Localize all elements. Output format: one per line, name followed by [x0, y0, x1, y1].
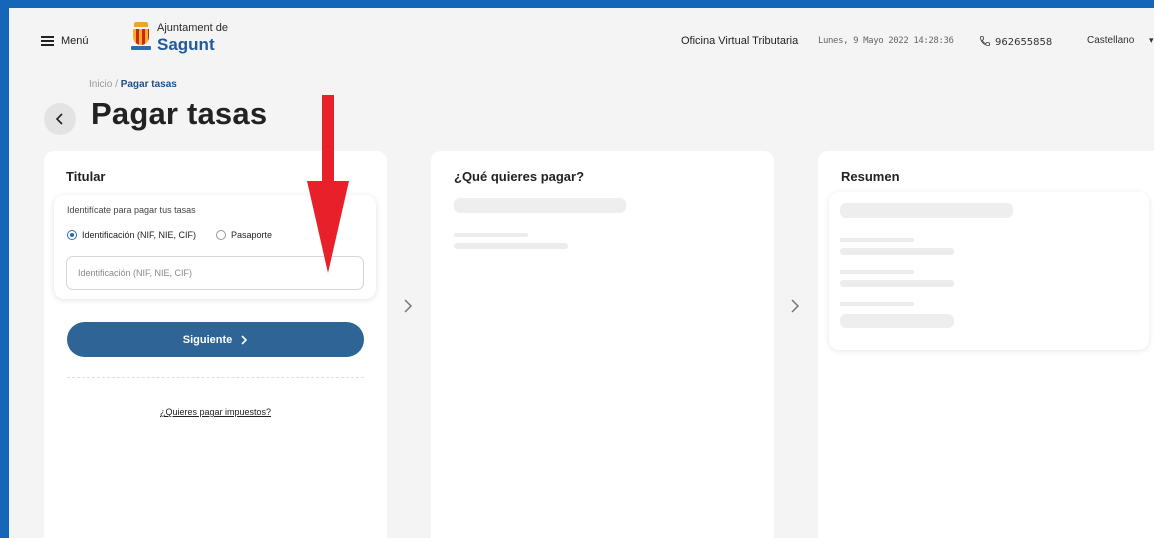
skeleton-line — [840, 270, 914, 274]
skeleton-block — [840, 314, 954, 328]
skeleton-line — [454, 243, 568, 249]
document-type-radio-group: Identificación (NIF, NIE, CIF) Pasaporte — [67, 230, 292, 240]
radio-pasaporte[interactable] — [216, 230, 227, 240]
datetime: Lunes, 9 Mayo 2022 14:28:36 — [818, 36, 954, 46]
skeleton-line — [840, 248, 954, 255]
phone-link[interactable]: 962655858 — [979, 35, 1052, 50]
summary-card — [829, 192, 1149, 350]
radio-identificacion-label[interactable]: Identificación (NIF, NIE, CIF) — [82, 230, 196, 240]
back-button[interactable] — [44, 103, 76, 135]
siguiente-button[interactable]: Siguiente — [67, 322, 364, 357]
skeleton-line — [840, 238, 914, 242]
menu-label: Menú — [61, 35, 89, 47]
what-to-pay-panel: ¿Qué quieres pagar? — [431, 151, 774, 538]
radio-identificacion[interactable] — [67, 230, 77, 240]
chevron-left-icon — [55, 113, 63, 125]
breadcrumb-home[interactable]: Inicio — [89, 79, 112, 90]
pay-taxes-link[interactable]: ¿Quieres pagar impuestos? — [44, 407, 387, 417]
siguiente-label: Siguiente — [182, 333, 233, 346]
what-to-pay-title: ¿Qué quieres pagar? — [454, 169, 585, 184]
radio-pasaporte-label[interactable]: Pasaporte — [231, 230, 272, 240]
chevron-right-icon — [788, 296, 802, 316]
annotation-arrow — [307, 95, 349, 273]
summary-title: Resumen — [841, 169, 900, 184]
identify-label: Identifícate para pagar tus tasas — [67, 205, 196, 215]
skeleton-block — [840, 203, 1013, 218]
language-select[interactable]: Castellano — [1087, 35, 1134, 46]
phone-icon — [979, 35, 991, 50]
top-bar: Menú Ajuntament de Sagunt Oficina Virtua… — [9, 8, 1154, 70]
chevron-right-icon — [241, 334, 248, 345]
breadcrumb: Inicio / Pagar tasas — [89, 79, 177, 90]
hamburger-icon — [41, 36, 54, 46]
skeleton-line — [840, 280, 954, 287]
skeleton-line — [454, 233, 528, 237]
titular-title: Titular — [66, 169, 106, 184]
menu-button[interactable]: Menú — [41, 35, 89, 47]
app-frame: Menú Ajuntament de Sagunt Oficina Virtua… — [9, 8, 1154, 538]
skeleton-block — [454, 198, 626, 213]
breadcrumb-current: Pagar tasas — [120, 79, 177, 90]
skeleton-line — [840, 302, 914, 306]
chevron-right-icon — [401, 296, 415, 316]
summary-panel: Resumen — [818, 151, 1154, 538]
divider — [67, 377, 364, 378]
breadcrumb-separator: / — [115, 79, 118, 90]
logo-bottom-text: Sagunt — [157, 35, 215, 54]
page-title: Pagar tasas — [91, 96, 268, 131]
office-link[interactable]: Oficina Virtual Tributaria — [681, 35, 798, 47]
logo-top-text: Ajuntament de — [157, 22, 228, 34]
chevron-down-icon[interactable]: ▾ — [1149, 35, 1154, 46]
phone-number: 962655858 — [995, 37, 1053, 48]
coat-of-arms-icon — [131, 22, 151, 52]
logo[interactable]: Ajuntament de Sagunt — [131, 22, 228, 53]
